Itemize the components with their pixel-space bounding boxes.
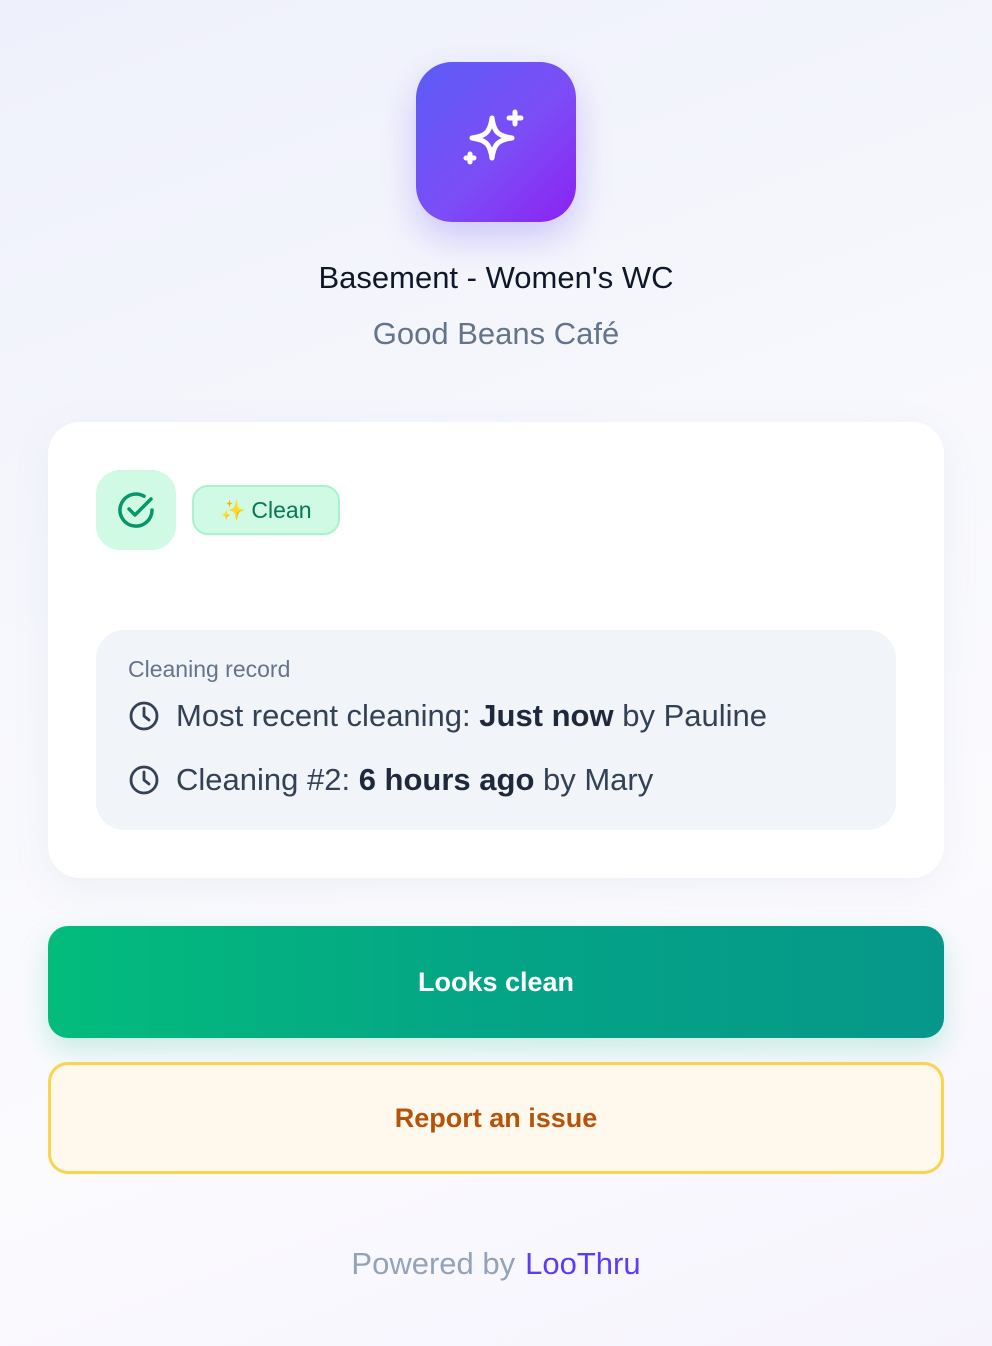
business-name: Good Beans Café [372,316,620,351]
status-icon-box [96,470,176,550]
location-title: Basement - Women's WC [318,260,674,295]
app-icon [416,62,576,222]
report-issue-button[interactable]: Report an issue [48,1062,944,1174]
cleaning-entry-text: Most recent cleaning: Just now by Paulin… [176,698,767,733]
cleaning-entry-time: 6 hours ago [358,762,535,797]
cleaning-entry-text: Cleaning #2: 6 hours ago by Mary [176,762,654,797]
looks-clean-button[interactable]: Looks clean [48,926,944,1038]
cleaning-entry-time: Just now [479,698,614,733]
status-badge-label: Clean [251,496,312,523]
cleaning-record: Cleaning record Most recent cleaning: Ju… [96,630,896,830]
sparkles-icon [463,109,524,165]
cleaning-record-heading: Cleaning record [128,656,291,682]
sparkle-emoji-icon: ✨ [220,499,246,522]
footer: Powered by LooThru [0,1244,992,1284]
powered-by-text: Powered by [351,1246,516,1281]
brand-link[interactable]: LooThru [525,1246,640,1281]
clock-icon [129,701,159,731]
clock-icon [129,765,159,795]
status-badge: ✨ Clean [192,485,340,535]
cleaning-record-entry: Cleaning #2: 6 hours ago by Mary [128,762,653,798]
status-card: ✨ Clean Cleaning record Most recent clea… [48,422,944,878]
check-circle-icon [118,492,154,528]
cleaning-record-entry: Most recent cleaning: Just now by Paulin… [128,698,767,734]
